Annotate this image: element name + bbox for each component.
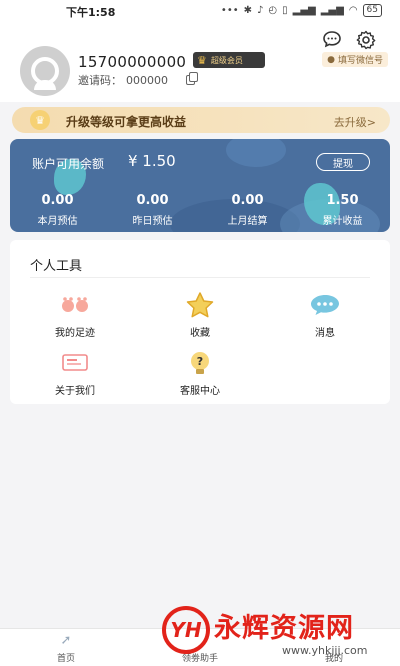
tool-help-center[interactable]: ? 客服中心	[145, 350, 255, 397]
bluetooth-icon: ✱	[243, 5, 253, 16]
stat-total[interactable]: 1.50 累计收益	[295, 193, 390, 227]
stat-value: 0.00	[231, 193, 264, 208]
alarm-icon: ◴	[268, 5, 278, 16]
mute-icon: ♪	[257, 5, 264, 16]
wechat-button-label: 填写微信号	[337, 56, 383, 66]
wechat-icon: ●	[327, 54, 335, 65]
personal-tools-panel: 个人工具 我的足迹 收藏 消息 关于我们 ? 客服中心	[10, 240, 390, 404]
withdraw-button[interactable]: 提现	[316, 153, 370, 171]
status-bar: 下午1:58 ••• ✱ ♪ ◴ ▯ ▂▄▆ ▂▄▆ ◠ 65	[0, 0, 400, 22]
upgrade-text: 升级等级可拿更高收益	[66, 115, 187, 129]
nav-home[interactable]: ➚ 首页	[26, 633, 106, 664]
vip-badge: ♛ 超级会员	[193, 52, 265, 68]
copy-icon[interactable]	[186, 72, 198, 85]
status-time: 下午1:58	[66, 6, 116, 19]
balance-label: 账户可用余额	[32, 157, 105, 171]
stat-label: 上月结算	[227, 216, 268, 227]
tool-label: 收藏	[190, 328, 210, 339]
vip-label: 超级会员	[210, 55, 243, 65]
divider	[30, 277, 370, 278]
home-icon: ➚	[60, 633, 72, 648]
invite-label: 邀请码：	[78, 74, 122, 87]
watermark-url: www.yhkjjj.com	[282, 644, 368, 657]
balance-value: ¥ 1.50	[128, 152, 176, 170]
wifi-icon: ◠	[348, 5, 358, 16]
invite-code-row: 邀请码： 000000	[78, 72, 198, 88]
about-icon	[20, 350, 130, 376]
footprint-icon	[20, 292, 130, 318]
battery-icon: 65	[362, 4, 382, 17]
tool-messages[interactable]: 消息	[270, 292, 380, 339]
tool-footprint[interactable]: 我的足迹	[20, 292, 130, 339]
tool-favorites[interactable]: 收藏	[145, 292, 255, 339]
status-icons: ••• ✱ ♪ ◴ ▯ ▂▄▆ ▂▄▆ ◠ 65	[221, 4, 382, 17]
tool-label: 关于我们	[55, 386, 95, 397]
dots-icon: •••	[220, 5, 239, 16]
watermark-brand: 永辉资源网	[214, 613, 354, 644]
user-phone: 15700000000	[78, 53, 187, 71]
stat-label: 本月预估	[37, 216, 78, 227]
stat-last-month[interactable]: 0.00 上月结算	[200, 193, 295, 227]
balance-card: 账户可用余额 ¥ 1.50 提现 0.00 本月预估 0.00 昨日预估 0.0…	[10, 139, 390, 232]
stat-this-month[interactable]: 0.00 本月预估	[10, 193, 105, 227]
avatar[interactable]	[20, 46, 70, 96]
watermark-logo: YH	[162, 606, 210, 654]
help-bulb-icon: ?	[145, 350, 255, 376]
stat-label: 昨日预估	[132, 216, 173, 227]
signal-icon: ▂▄▆	[320, 5, 344, 16]
stat-value: 0.00	[136, 193, 169, 208]
message-icon	[270, 292, 380, 318]
tool-label: 客服中心	[180, 386, 220, 397]
star-icon	[145, 292, 255, 318]
stat-label: 累计收益	[322, 216, 363, 227]
upgrade-link[interactable]: 去升级>	[334, 114, 376, 130]
tool-label: 我的足迹	[55, 328, 95, 339]
svg-text:?: ?	[197, 355, 203, 368]
tool-about-us[interactable]: 关于我们	[20, 350, 130, 397]
signal-icon: ▂▄▆	[292, 5, 316, 16]
stat-yesterday[interactable]: 0.00 昨日预估	[105, 193, 200, 227]
tool-label: 消息	[315, 328, 335, 339]
tools-title: 个人工具	[30, 259, 83, 274]
nav-label: 首页	[56, 654, 75, 664]
watermark: YH 永辉资源网 www.yhkjjj.com	[162, 602, 400, 662]
crown-icon: ♛	[30, 110, 50, 130]
invite-code: 000000	[126, 73, 168, 87]
stat-value: 1.50	[326, 193, 359, 208]
earnings-stats: 0.00 本月预估 0.00 昨日预估 0.00 上月结算 1.50 累计收益	[10, 193, 390, 227]
profile-header: 15700000000 ♛ 超级会员 邀请码： 000000 ● 填写微信号	[0, 22, 400, 102]
stat-value: 0.00	[41, 193, 74, 208]
vibrate-icon: ▯	[282, 5, 288, 16]
fill-wechat-button[interactable]: ● 填写微信号	[322, 52, 388, 67]
upgrade-banner[interactable]: ♛ 升级等级可拿更高收益 去升级>	[12, 107, 390, 133]
crown-icon: ♛	[197, 53, 207, 67]
